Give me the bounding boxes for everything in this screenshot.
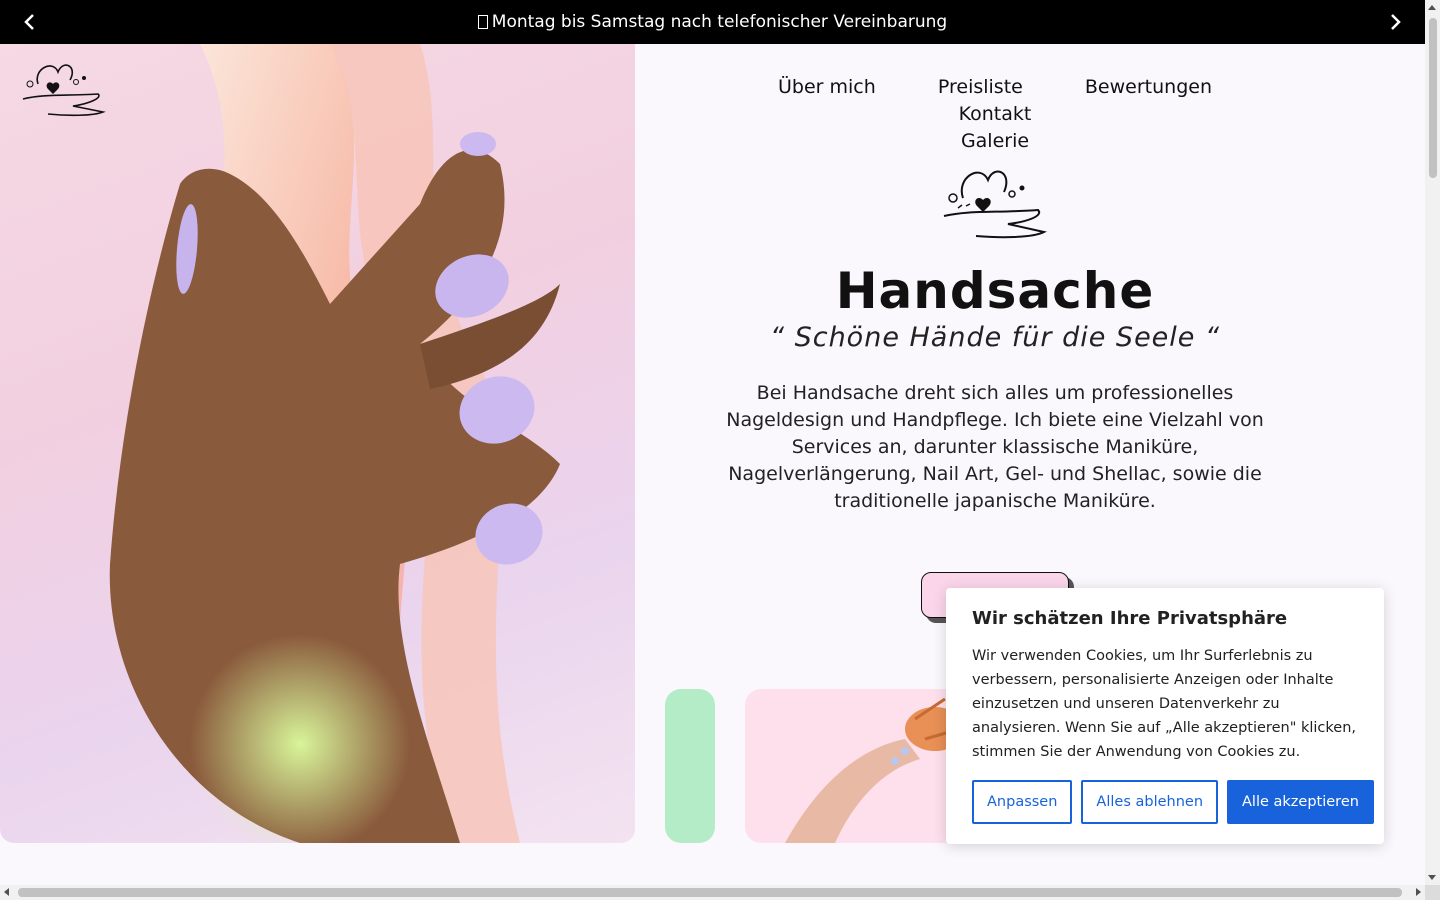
- scroll-down-icon[interactable]: [1428, 875, 1436, 880]
- vertical-scroll-thumb[interactable]: [1429, 18, 1437, 178]
- main-nav: Über mich Preisliste Bewertungen Kontakt…: [690, 74, 1300, 155]
- cookie-buttons: Anpassen Alles ablehnen Alle akzeptieren: [972, 780, 1374, 824]
- tagline: “ Schöne Hände für die Seele “: [770, 322, 1220, 353]
- intro-text: Bei Handsache dreht sich alles um profes…: [726, 382, 1264, 512]
- cookie-consent-dialog: Wir schätzen Ihre Privatsphäre Wir verwe…: [946, 588, 1384, 844]
- page-title: Handsache: [835, 262, 1155, 320]
- announcement-text: Montag bis Samstag nach telefonischer Ve…: [491, 12, 948, 32]
- nav-item-galerie[interactable]: Galerie: [961, 128, 1029, 155]
- cookie-body: Wir verwenden Cookies, um Ihr Surferlebn…: [972, 648, 1356, 760]
- vertical-scrollbar[interactable]: [1425, 0, 1440, 885]
- cookie-reject-button[interactable]: Alles ablehnen: [1081, 780, 1219, 824]
- nav-item-kontakt[interactable]: Kontakt: [959, 101, 1032, 128]
- chevron-left-icon[interactable]: [8, 0, 52, 44]
- scrollbar-corner: [1425, 885, 1440, 900]
- brand-logo: [938, 158, 1050, 248]
- chevron-right-icon[interactable]: [1373, 0, 1417, 44]
- nav-item-ueber-mich[interactable]: Über mich: [778, 74, 876, 101]
- horizontal-scrollbar[interactable]: [0, 885, 1425, 900]
- announcement-bar: Montag bis Samstag nach telefonischer Ve…: [0, 0, 1425, 44]
- scroll-up-icon[interactable]: [1428, 5, 1436, 10]
- hero-image: [0, 44, 635, 843]
- nav-item-preisliste[interactable]: Preisliste: [938, 74, 1023, 101]
- horizontal-scroll-thumb[interactable]: [18, 888, 1402, 897]
- cookie-accept-button[interactable]: Alle akzeptieren: [1227, 780, 1374, 824]
- cookie-title: Wir schätzen Ihre Privatsphäre: [972, 608, 1288, 629]
- scroll-left-icon[interactable]: [4, 888, 9, 896]
- cookie-customize-button[interactable]: Anpassen: [972, 780, 1073, 824]
- announcement-text-wrap: Montag bis Samstag nach telefonischer Ve…: [477, 12, 948, 32]
- decorative-green-card: [665, 689, 715, 843]
- missing-glyph-icon: [477, 15, 488, 29]
- site-logo[interactable]: [18, 54, 108, 124]
- nav-item-bewertungen[interactable]: Bewertungen: [1085, 74, 1212, 101]
- scroll-right-icon[interactable]: [1416, 888, 1421, 896]
